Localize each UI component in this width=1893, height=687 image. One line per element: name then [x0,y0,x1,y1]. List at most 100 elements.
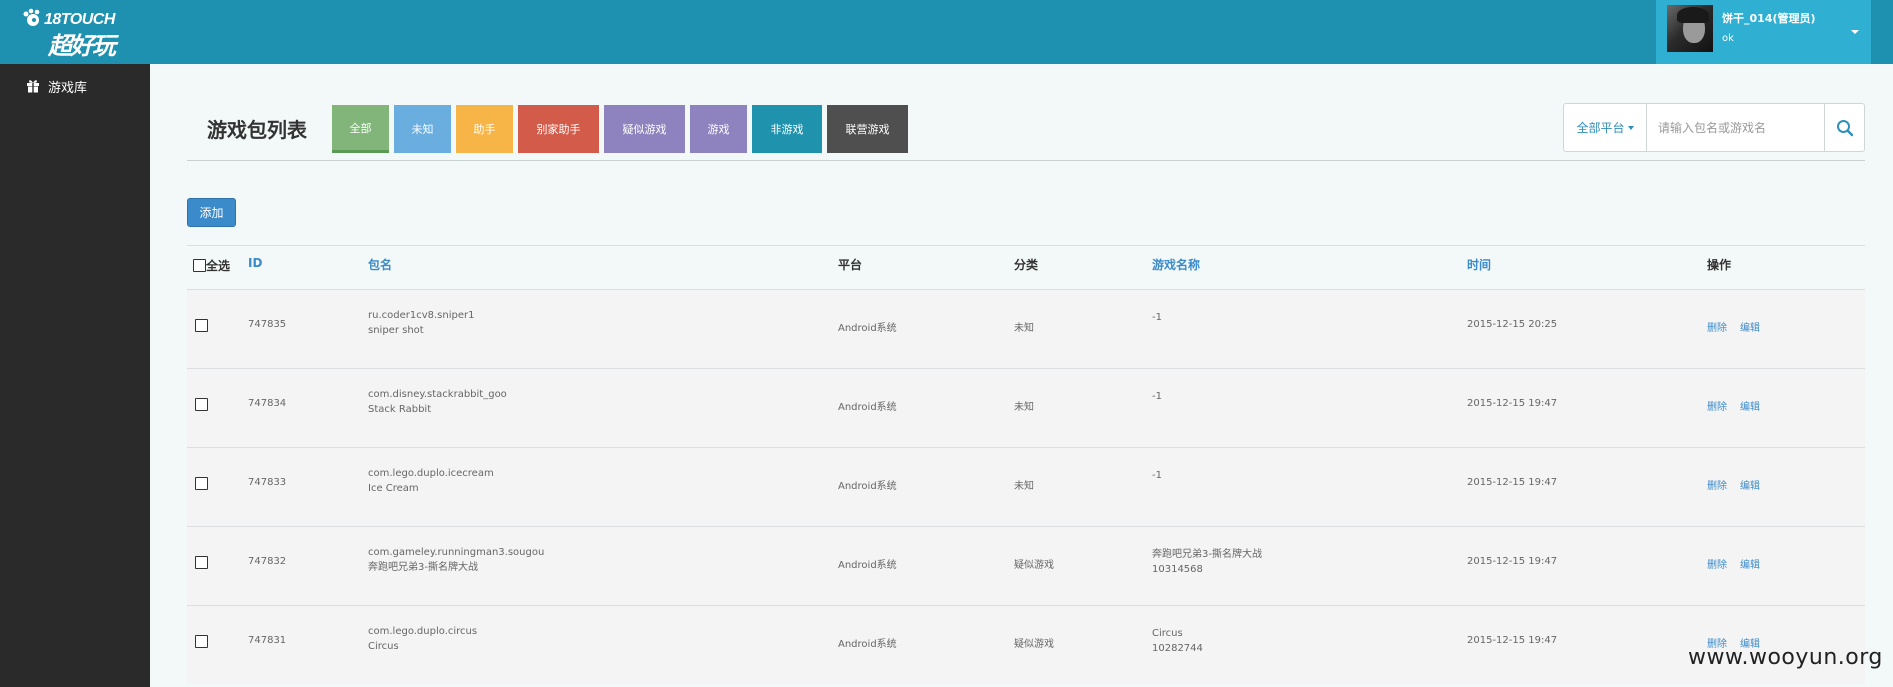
game-id: -1 [1152,312,1162,323]
row-package: ru.coder1cv8.sniper1 sniper shot [368,308,474,338]
search-icon [1837,119,1854,136]
row-package: com.lego.duplo.circus Circus [368,624,477,654]
tab-all[interactable]: 全部 [332,105,389,153]
header-divider [187,160,1865,161]
row-id: 747835 [248,319,287,330]
row-category: 疑似游戏 [1014,560,1054,571]
row-time: 2015-12-15 19:47 [1467,477,1558,488]
package-title: 奔跑吧兄弟3-撕名牌大战 [368,562,478,573]
table-row: 747831 com.lego.duplo.circus Circus Andr… [187,605,1865,684]
select-all-checkbox[interactable] [193,259,206,272]
row-time: 2015-12-15 20:25 [1467,319,1558,330]
row-game-name: Circus 10282744 [1152,626,1203,656]
column-header-category: 分类 [1014,258,1039,272]
row-category: 疑似游戏 [1014,639,1054,650]
logo[interactable]: 18TOUCH 超好玩 [22,8,132,60]
row-checkbox[interactable] [195,477,208,490]
package-title: Ice Cream [368,483,419,494]
tab-suspected-game[interactable]: 疑似游戏 [604,105,685,153]
caret-down-icon [1627,125,1634,130]
table-row: 747835 ru.coder1cv8.sniper1 sniper shot … [187,289,1865,368]
column-header-actions: 操作 [1707,258,1732,272]
tab-other-assistant[interactable]: 别家助手 [518,105,599,153]
package-title: sniper shot [368,325,424,336]
row-package: com.disney.stackrabbit_goo Stack Rabbit [368,387,507,417]
package-name: com.lego.duplo.icecream [368,468,494,479]
column-header-game-name[interactable]: 游戏名称 [1152,256,1200,273]
table-row: 747833 com.lego.duplo.icecream Ice Cream… [187,447,1865,526]
logo-text-bottom: 超好玩 [48,32,116,60]
row-package: com.lego.duplo.icecream Ice Cream [368,466,494,496]
row-platform: Android系统 [838,323,897,334]
game-id: 10282744 [1152,643,1203,654]
avatar [1667,5,1713,52]
sidebar-item-label: 游戏库 [48,80,88,96]
gift-icon [27,80,39,93]
tab-assistant[interactable]: 助手 [456,105,513,153]
column-header-platform: 平台 [838,258,863,272]
column-header-package[interactable]: 包名 [368,256,392,273]
tab-joint-game[interactable]: 联营游戏 [827,105,908,153]
package-name: ru.coder1cv8.sniper1 [368,310,475,321]
row-game-name: 奔跑吧兄弟3-撕名牌大战 10314568 [1152,547,1262,577]
row-game-name: -1 [1152,468,1162,483]
search-input[interactable] [1648,104,1824,151]
row-id: 747832 [248,556,287,567]
page-title: 游戏包列表 [207,118,307,142]
select-all-label: 全选 [206,259,231,273]
package-title: Stack Rabbit [368,404,432,415]
sidebar-item-game-library[interactable]: 游戏库 [26,76,87,96]
game-id: -1 [1152,391,1162,402]
user-status: ok [1722,33,1734,44]
sidebar: 游戏库 [0,64,150,687]
game-package-table: 全选 ID 包名 平台 分类 游戏名称 时间 操作 747835 ru.code… [187,245,1865,684]
row-platform: Android系统 [838,481,897,492]
edit-link[interactable]: 编辑 [1740,398,1760,413]
package-name: com.gameley.runningman3.sougou [368,547,545,558]
package-title: Circus [368,641,399,652]
row-platform: Android系统 [838,402,897,413]
search-button[interactable] [1824,104,1865,151]
row-id: 747834 [248,398,287,409]
edit-link[interactable]: 编辑 [1740,477,1760,492]
edit-link[interactable]: 编辑 [1740,319,1760,334]
row-platform: Android系统 [838,639,897,650]
row-checkbox[interactable] [195,556,208,569]
search-box: 全部平台 [1563,103,1865,152]
row-time: 2015-12-15 19:47 [1467,635,1558,646]
row-category: 未知 [1014,481,1034,492]
delete-link[interactable]: 删除 [1707,556,1727,571]
cat-paw-icon [23,8,40,26]
column-header-id[interactable]: ID [248,256,262,270]
table-header: 全选 ID 包名 平台 分类 游戏名称 时间 操作 [187,245,1865,289]
add-button[interactable]: 添加 [187,198,236,227]
row-checkbox[interactable] [195,319,208,332]
game-title: 奔跑吧兄弟3-撕名牌大战 [1152,549,1262,560]
delete-link[interactable]: 删除 [1707,477,1727,492]
table-row: 747832 com.gameley.runningman3.sougou 奔跑… [187,526,1865,605]
row-category: 未知 [1014,402,1034,413]
package-name: com.disney.stackrabbit_goo [368,389,507,400]
delete-link[interactable]: 删除 [1707,319,1727,334]
tab-game[interactable]: 游戏 [690,105,747,153]
platform-dropdown[interactable]: 全部平台 [1564,104,1647,151]
chevron-down-icon[interactable] [1851,30,1859,34]
delete-link[interactable]: 删除 [1707,398,1727,413]
tab-unknown[interactable]: 未知 [394,105,451,153]
row-id: 747833 [248,477,287,488]
game-title: Circus [1152,628,1183,639]
row-checkbox[interactable] [195,398,208,411]
user-menu[interactable]: 饼干_014(管理员) ok [1656,0,1871,64]
platform-dropdown-label: 全部平台 [1576,121,1625,135]
row-game-name: -1 [1152,310,1162,325]
tab-non-game[interactable]: 非游戏 [752,105,822,153]
row-game-name: -1 [1152,389,1162,404]
game-id: -1 [1152,470,1162,481]
watermark: www.wooyun.org [1688,645,1883,670]
user-name: 饼干_014(管理员) [1722,12,1816,25]
row-checkbox[interactable] [195,635,208,648]
game-id: 10314568 [1152,564,1203,575]
column-header-time[interactable]: 时间 [1467,256,1491,273]
edit-link[interactable]: 编辑 [1740,556,1760,571]
row-package: com.gameley.runningman3.sougou 奔跑吧兄弟3-撕名… [368,545,544,575]
